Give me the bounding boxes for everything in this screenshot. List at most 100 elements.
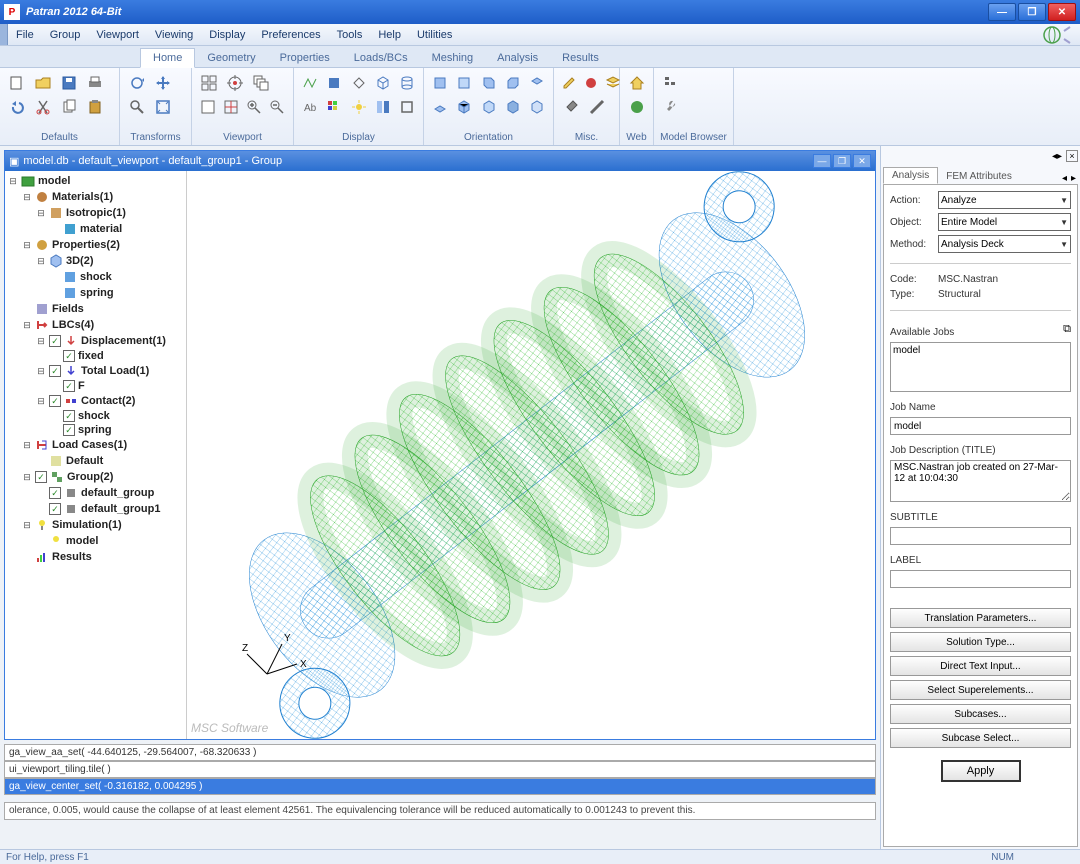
menu-group[interactable]: Group [42, 27, 89, 43]
console-line-1[interactable]: ga_view_aa_set( -44.640125, -29.564007, … [4, 744, 876, 761]
tab-results[interactable]: Results [550, 49, 611, 67]
vp-target-icon[interactable] [224, 72, 246, 94]
tree-load-cases[interactable]: ⊟Load Cases(1) [7, 437, 184, 453]
orient-iso3-icon[interactable] [503, 96, 523, 118]
misc-measure-icon[interactable] [586, 96, 608, 118]
translation-params-button[interactable]: Translation Parameters... [890, 608, 1071, 628]
tree-fields[interactable]: Fields [7, 301, 184, 317]
open-icon[interactable] [32, 72, 54, 94]
display-shade-icon[interactable] [324, 72, 344, 94]
rotate-icon[interactable] [126, 72, 148, 94]
console[interactable]: ga_view_aa_set( -44.640125, -29.564007, … [4, 744, 876, 800]
display-edges-icon[interactable] [397, 96, 417, 118]
tree-shock2[interactable]: ✓shock [7, 409, 184, 423]
close-button[interactable]: ✕ [1048, 3, 1076, 21]
vp-tile-icon[interactable] [198, 72, 220, 94]
tree-f[interactable]: ✓F [7, 379, 184, 393]
tree-isotropic[interactable]: ⊟Isotropic(1) [7, 205, 184, 221]
maximize-button[interactable]: ❐ [1018, 3, 1046, 21]
orient-back-icon[interactable] [454, 72, 474, 94]
object-select[interactable]: Entire Model [938, 213, 1071, 231]
vp-maximize[interactable]: ❐ [833, 154, 851, 168]
panel-nav-right[interactable]: ▸ [1069, 173, 1078, 184]
tree-displacement[interactable]: ⊟✓Displacement(1) [7, 333, 184, 349]
menu-preferences[interactable]: Preferences [253, 27, 328, 43]
menu-tools[interactable]: Tools [329, 27, 371, 43]
display-faces-icon[interactable] [373, 96, 393, 118]
tree-default-group[interactable]: ✓default_group [7, 485, 184, 501]
direct-text-input-button[interactable]: Direct Text Input... [890, 656, 1071, 676]
tree-materials[interactable]: ⊟Materials(1) [7, 189, 184, 205]
tree-default-group1[interactable]: ✓default_group1 [7, 501, 184, 517]
tree-group[interactable]: ⊟✓Group(2) [7, 469, 184, 485]
tab-properties[interactable]: Properties [268, 49, 342, 67]
tree-total-load[interactable]: ⊟✓Total Load(1) [7, 363, 184, 379]
tab-analysis[interactable]: Analysis [485, 49, 550, 67]
tree-fixed[interactable]: ✓fixed [7, 349, 184, 363]
action-select[interactable]: Analyze [938, 191, 1071, 209]
tree-properties[interactable]: ⊟Properties(2) [7, 237, 184, 253]
web-home-icon[interactable] [626, 72, 647, 94]
misc-tool-icon[interactable] [560, 96, 582, 118]
undo-icon[interactable] [6, 96, 28, 118]
orient-right-icon[interactable] [503, 72, 523, 94]
apply-button[interactable]: Apply [941, 760, 1021, 782]
vp-close[interactable]: ✕ [853, 154, 871, 168]
vp-minimize[interactable]: — [813, 154, 831, 168]
vp-grid-icon[interactable] [221, 96, 240, 118]
print-icon[interactable] [84, 72, 106, 94]
misc-pencil-icon[interactable] [560, 72, 578, 94]
orient-iso2-icon[interactable] [478, 96, 498, 118]
tree-shock[interactable]: shock [7, 269, 184, 285]
vp-zoom-out-icon[interactable] [268, 96, 287, 118]
display-color-icon[interactable] [324, 96, 344, 118]
panel-tab-fem[interactable]: FEM Attributes [938, 169, 1020, 184]
panel-close-icon[interactable]: × [1066, 150, 1078, 162]
tree-lbcs[interactable]: ⊟LBCs(4) [7, 317, 184, 333]
solution-type-button[interactable]: Solution Type... [890, 632, 1071, 652]
tab-loads-bcs[interactable]: Loads/BCs [342, 49, 420, 67]
globe-icon[interactable] [1042, 25, 1072, 45]
menu-file[interactable]: File [8, 27, 42, 43]
tree-results[interactable]: Results [7, 549, 184, 565]
fit-icon[interactable] [152, 96, 174, 118]
subtitle-input[interactable] [890, 527, 1071, 545]
tree-spring2[interactable]: ✓spring [7, 423, 184, 437]
tree-material-item[interactable]: material [7, 221, 184, 237]
copy-icon[interactable] [58, 96, 80, 118]
orient-iso1-icon[interactable] [454, 96, 474, 118]
display-box-icon[interactable] [373, 72, 393, 94]
jobs-listbox[interactable]: model [890, 342, 1071, 392]
zoom-icon[interactable] [126, 96, 148, 118]
orient-front-icon[interactable] [430, 72, 450, 94]
method-select[interactable]: Analysis Deck [938, 235, 1071, 253]
tab-home[interactable]: Home [140, 48, 195, 68]
model-tree[interactable]: ⊟model ⊟Materials(1) ⊟Isotropic(1) mater… [5, 171, 187, 739]
display-cyl-icon[interactable] [397, 72, 417, 94]
tab-meshing[interactable]: Meshing [420, 49, 486, 67]
minimize-button[interactable]: — [988, 3, 1016, 21]
cut-icon[interactable] [32, 96, 54, 118]
panel-pin-icon[interactable]: ◂▸ [1052, 151, 1062, 162]
paste-icon[interactable] [84, 96, 106, 118]
browser-tree-icon[interactable] [660, 72, 682, 94]
menu-display[interactable]: Display [201, 27, 253, 43]
save-icon[interactable] [58, 72, 80, 94]
vp-single-icon[interactable] [198, 96, 217, 118]
tree-spring[interactable]: spring [7, 285, 184, 301]
orient-iso4-icon[interactable] [527, 96, 547, 118]
orient-top-icon[interactable] [527, 72, 547, 94]
vp-cascade-icon[interactable] [250, 72, 272, 94]
tree-contact[interactable]: ⊟✓Contact(2) [7, 393, 184, 409]
jobs-browse-icon[interactable]: ⧉ [1063, 323, 1071, 336]
menu-viewing[interactable]: Viewing [147, 27, 201, 43]
subcase-select-button[interactable]: Subcase Select... [890, 728, 1071, 748]
console-line-2[interactable]: ui_viewport_tiling.tile( ) [4, 761, 876, 778]
panel-tab-analysis[interactable]: Analysis [883, 167, 938, 184]
tree-model-sim[interactable]: model [7, 533, 184, 549]
misc-paint-icon[interactable] [582, 72, 600, 94]
menu-viewport[interactable]: Viewport [88, 27, 147, 43]
orient-left-icon[interactable] [478, 72, 498, 94]
tree-simulation[interactable]: ⊟Simulation(1) [7, 517, 184, 533]
tree-3d[interactable]: ⊟3D(2) [7, 253, 184, 269]
